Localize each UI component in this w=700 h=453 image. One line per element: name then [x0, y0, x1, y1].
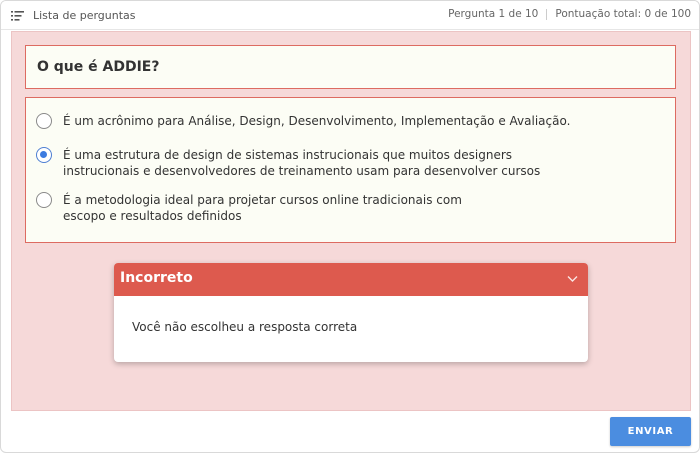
- answer-line: É uma estrutura de design de sistemas in…: [63, 148, 513, 162]
- divider: [546, 8, 548, 20]
- quiz-window: Lista de perguntas Pergunta 1 de 10 Pont…: [0, 0, 700, 453]
- quiz-topbar: Lista de perguntas Pergunta 1 de 10 Pont…: [1, 1, 699, 30]
- answer-line: instrucionais e desenvolvedores de trein…: [63, 164, 541, 178]
- answer-option-3[interactable]: É a metodologia ideal para projetar curs…: [36, 192, 462, 224]
- submit-button[interactable]: ENVIAR: [610, 417, 691, 446]
- question-box: O que é ADDIE?: [25, 45, 676, 89]
- feedback-panel: Incorreto Você não escolheu a resposta c…: [114, 263, 588, 362]
- feedback-title: Incorreto: [120, 270, 193, 286]
- answer-line: É um acrônimo para Análise, Design, Dese…: [63, 114, 571, 128]
- question-progress: Pergunta 1 de 10: [448, 8, 539, 20]
- answer-line: É a metodologia ideal para projetar curs…: [63, 193, 462, 207]
- question-text: O que é ADDIE?: [37, 59, 160, 75]
- chevron-down-icon[interactable]: [567, 275, 578, 283]
- feedback-message: Você não escolheu a resposta correta: [132, 320, 358, 334]
- answer-list: É um acrônimo para Análise, Design, Dese…: [25, 97, 676, 243]
- feedback-header[interactable]: Incorreto: [114, 263, 588, 296]
- radio-icon[interactable]: [36, 113, 52, 129]
- answer-option-2[interactable]: É uma estrutura de design de sistemas in…: [36, 147, 540, 179]
- radio-icon[interactable]: [36, 192, 52, 208]
- question-area: O que é ADDIE? É um acrônimo para Anális…: [11, 31, 691, 411]
- list-icon: [11, 10, 24, 21]
- answer-line: escopo e resultados definidos: [63, 209, 242, 223]
- answer-option-1[interactable]: É um acrônimo para Análise, Design, Dese…: [36, 113, 570, 129]
- answer-text: É uma estrutura de design de sistemas in…: [63, 147, 540, 179]
- radio-selected-icon[interactable]: [36, 147, 52, 163]
- answer-text: É um acrônimo para Análise, Design, Dese…: [63, 113, 570, 129]
- answer-text: É a metodologia ideal para projetar curs…: [63, 192, 462, 224]
- question-list-label: Lista de perguntas: [33, 9, 136, 22]
- total-score: Pontuação total: 0 de 100: [555, 8, 691, 20]
- question-list-button[interactable]: Lista de perguntas: [11, 7, 136, 24]
- progress-info: Pergunta 1 de 10 Pontuação total: 0 de 1…: [448, 8, 691, 20]
